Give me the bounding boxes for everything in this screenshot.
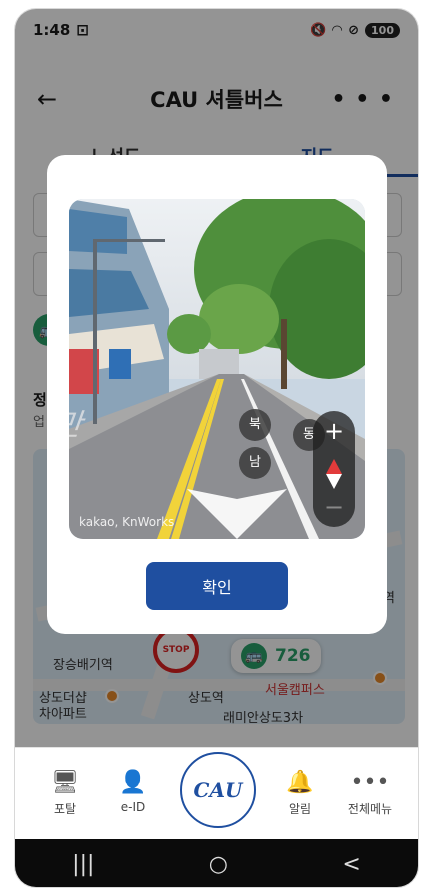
street-view-image[interactable]: 만 북 남 동 + − kakao, KnWorks: [69, 199, 365, 539]
zoom-in-button[interactable]: +: [313, 417, 355, 445]
street-view-dialog: 만 북 남 동 + − kakao, KnWorks 확인: [47, 155, 387, 634]
map-control-panel: + −: [313, 411, 355, 527]
compass-icon[interactable]: [326, 459, 342, 489]
nav-eid-label: e-ID: [120, 800, 146, 814]
cau-logo-button[interactable]: CAU: [180, 752, 256, 828]
more-dots-icon: •••: [350, 770, 390, 795]
nav-portal-label: 포탈: [53, 802, 77, 816]
direction-north[interactable]: 북: [239, 409, 271, 441]
map-watermark: kakao, KnWorks: [79, 515, 175, 529]
nav-all-menu-label: 전체메뉴: [347, 802, 393, 816]
recent-apps-button[interactable]: |||: [72, 852, 94, 877]
system-back-button[interactable]: <: [342, 852, 360, 877]
bell-icon: 🔔: [286, 770, 314, 795]
bottom-nav: 🖥 포탈 👤 e-ID CAU 🔔 알림 ••• 전체메뉴: [15, 747, 418, 839]
phone-screen: 1:48 ⊡ 🔇 ◠ ⊘ 100 ← CAU 셔틀버스 • • • 노선도 지도…: [14, 8, 419, 888]
nav-notifications[interactable]: 🔔 알림: [265, 770, 335, 817]
zoom-out-button[interactable]: −: [313, 493, 355, 521]
portal-icon: 🖥: [51, 770, 79, 795]
nav-eid[interactable]: 👤 e-ID: [98, 770, 168, 814]
home-button[interactable]: ○: [209, 852, 228, 877]
system-nav-bar: ||| ○ <: [15, 839, 418, 887]
nav-notifications-label: 알림: [288, 802, 312, 816]
nav-portal[interactable]: 🖥 포탈: [30, 770, 100, 817]
direction-south[interactable]: 남: [239, 447, 271, 479]
confirm-button[interactable]: 확인: [146, 562, 288, 610]
id-card-icon: 👤: [119, 770, 147, 795]
nav-all-menu[interactable]: ••• 전체메뉴: [335, 770, 405, 817]
